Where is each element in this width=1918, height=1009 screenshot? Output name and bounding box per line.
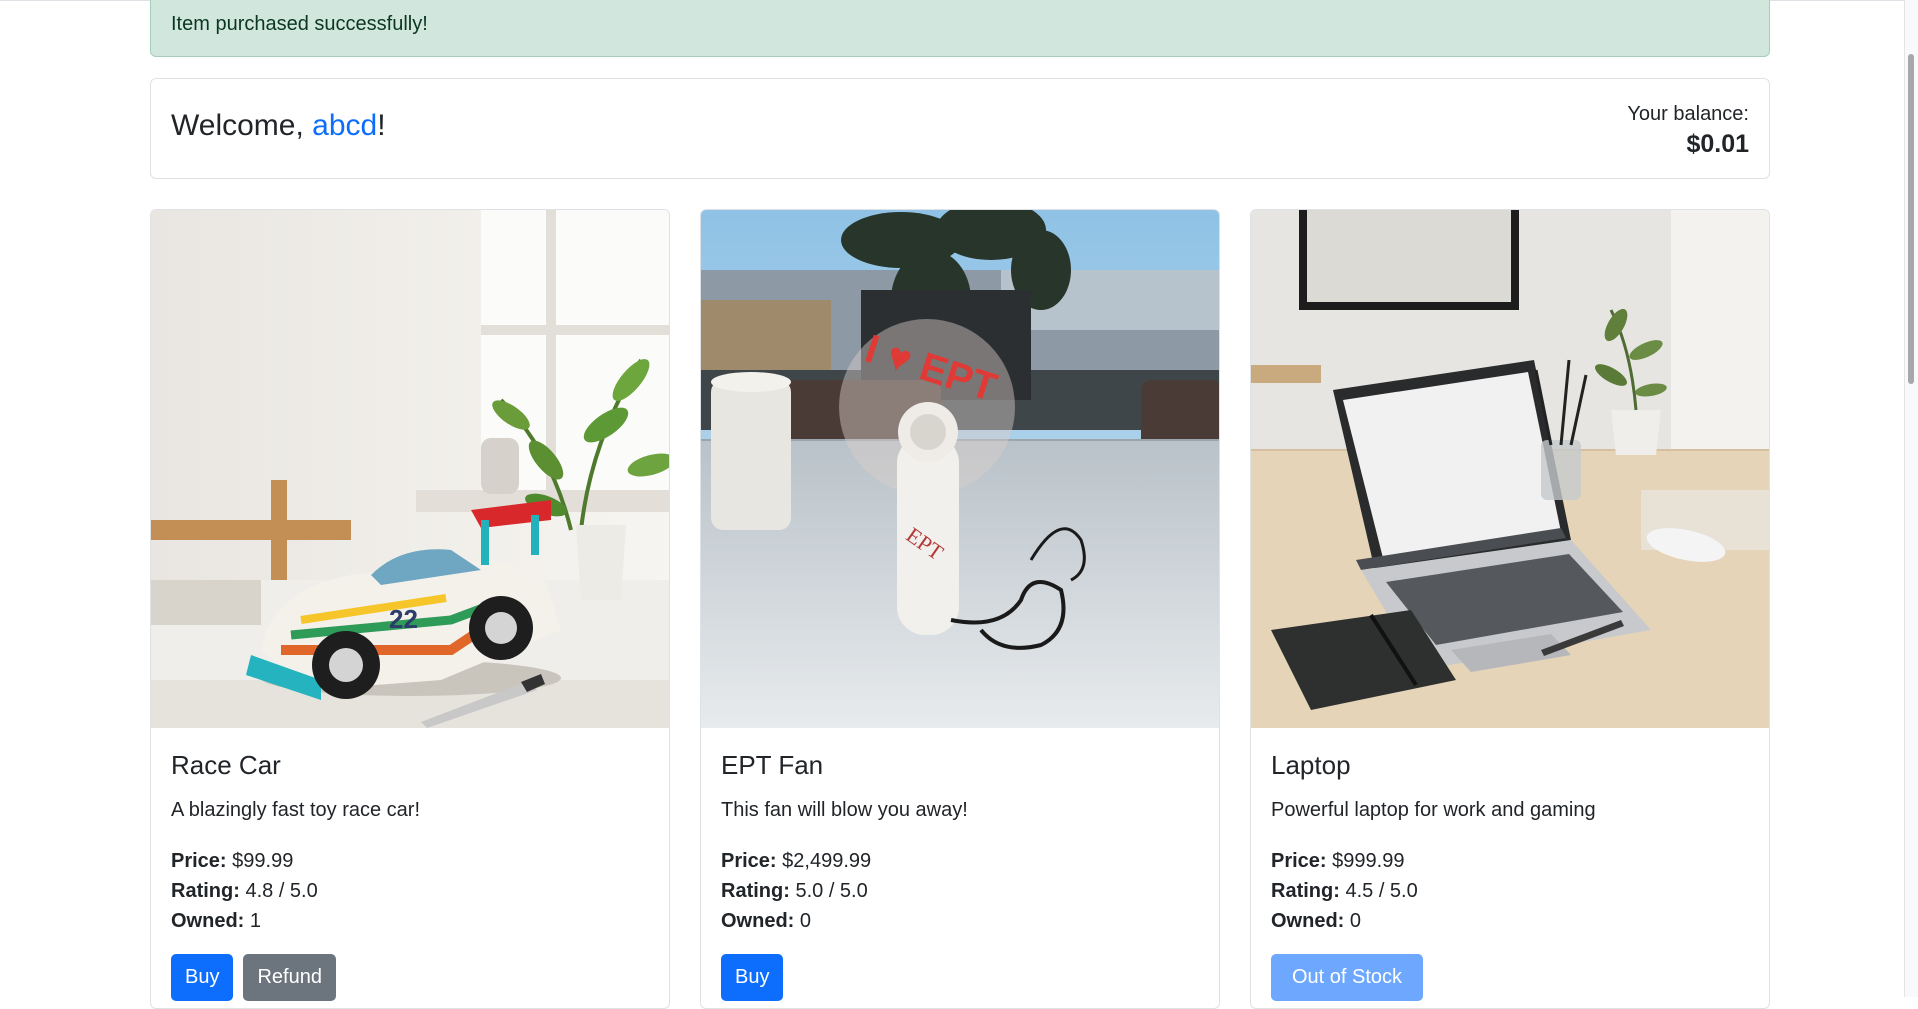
balance-box: Your balance: $0.01 [1627,103,1749,159]
product-card-ept-fan: I ♥ EPT EPT EPT Fan This fan will blow y… [700,209,1220,1009]
balance-label: Your balance: [1627,103,1749,125]
out-of-stock-button[interactable]: Out of Stock [1271,954,1424,1001]
username-link[interactable]: abcd [312,109,377,142]
rating-value: 5.0 / 5.0 [795,880,868,902]
product-card-race-car: 22 Race Car A blazingly fast toy race ca… [150,209,670,1009]
product-description: This fan will blow you away! [721,799,968,821]
rating-label: Rating: [1271,880,1340,902]
product-rating: Rating: 5.0 / 5.0 [721,876,1199,906]
product-rating: Rating: 4.5 / 5.0 [1271,876,1749,906]
owned-value: 0 [1349,910,1362,932]
welcome-card: Welcome, abcd! Your balance: $0.01 [150,78,1770,179]
product-rating: Rating: 4.8 / 5.0 [171,876,649,906]
price-value: $999.99 [1332,850,1405,872]
product-owned: Owned: 0 [721,906,1199,936]
alert-message: Item purchased successfully! [171,13,428,35]
rating-label: Rating: [721,880,790,902]
rating-label: Rating: [171,880,240,902]
product-title: Laptop [1271,750,1351,780]
product-title: Race Car [171,750,281,780]
welcome-prefix: Welcome, [171,109,313,142]
product-card-laptop: Laptop Powerful laptop for work and gami… [1250,209,1770,1009]
product-title: EPT Fan [721,750,824,780]
handheld-fan-icon: EPT [897,402,959,635]
product-description: A blazingly fast toy race car! [171,799,421,821]
buy-button[interactable]: Buy [721,954,784,1001]
product-price: Price: $99.99 [171,846,649,876]
product-owned: Owned: 1 [171,906,649,936]
balance-amount: $0.01 [1686,130,1749,158]
page-scrollbar[interactable] [1904,0,1918,997]
price-label: Price: [1271,850,1327,872]
buy-button[interactable]: Buy [171,954,234,1001]
owned-label: Owned: [1271,910,1345,932]
product-price: Price: $999.99 [1271,846,1749,876]
price-label: Price: [171,850,227,872]
product-grid: 22 Race Car A blazingly fast toy race ca… [150,209,1770,1009]
product-price: Price: $2,499.99 [721,846,1199,876]
owned-value: 0 [799,910,812,932]
welcome-heading: Welcome, abcd! [171,109,386,143]
rating-value: 4.5 / 5.0 [1345,880,1418,902]
price-value: $2,499.99 [782,850,872,872]
owned-label: Owned: [721,910,795,932]
product-owned: Owned: 0 [1271,906,1749,936]
welcome-suffix: ! [377,109,386,142]
laptop-image [1251,210,1769,728]
rating-value: 4.8 / 5.0 [245,880,318,902]
scrollbar-thumb[interactable] [1908,54,1914,384]
svg-text:22: 22 [389,604,418,634]
success-alert: Item purchased successfully! [150,0,1770,57]
price-value: $99.99 [232,850,294,872]
owned-value: 1 [249,910,262,932]
product-description: Powerful laptop for work and gaming [1271,799,1596,821]
main-container: Item purchased successfully! Welcome, ab… [150,0,1770,1009]
ept-fan-image: I ♥ EPT EPT [701,210,1219,728]
race-car-image: 22 [151,210,669,728]
refund-button[interactable]: Refund [243,954,336,1001]
price-label: Price: [721,850,777,872]
owned-label: Owned: [171,910,245,932]
